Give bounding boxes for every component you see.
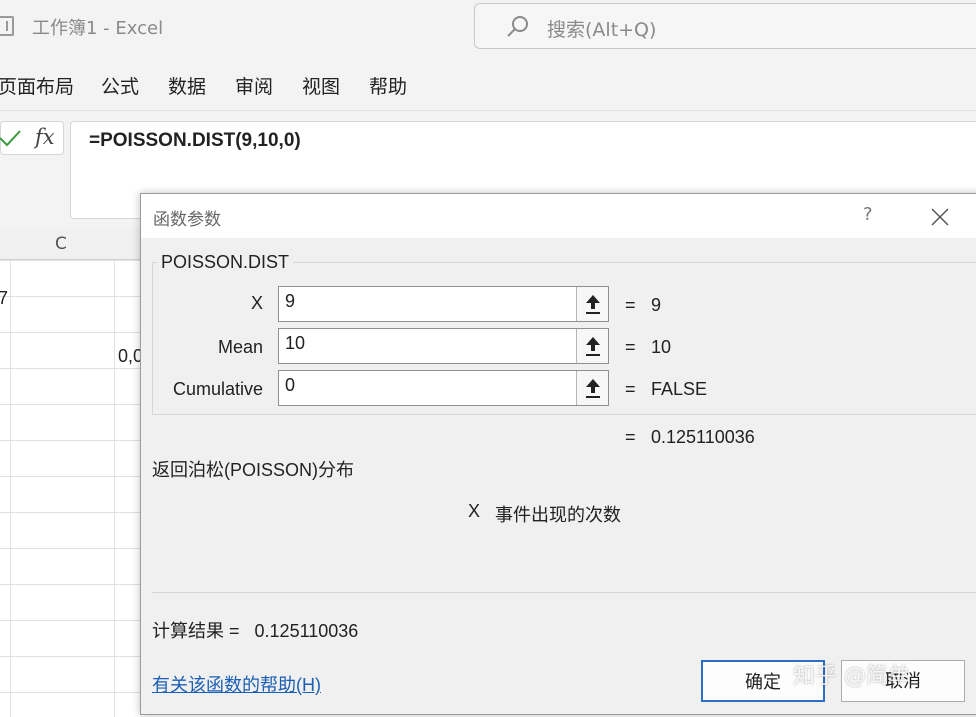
window-title: 工作簿1 - Excel — [32, 18, 164, 39]
insert-function-icon[interactable]: fx — [35, 125, 55, 149]
collapse-dialog-icon — [586, 337, 600, 356]
tab-review[interactable]: 审阅 — [235, 72, 273, 99]
arg-description-text: 事件出现的次数 — [495, 505, 621, 525]
enter-check-icon[interactable] — [0, 128, 21, 148]
function-description: 返回泊松(POISSON)分布 — [152, 460, 355, 480]
calc-result-value: 0.125110036 — [254, 621, 359, 641]
help-question-icon[interactable]: ? — [863, 204, 873, 225]
excel-app-icon — [0, 16, 14, 36]
divider — [152, 592, 976, 593]
search-placeholder: 搜索(Alt+Q) — [547, 19, 657, 41]
mean-input[interactable]: 10 — [278, 328, 609, 364]
arg-result: 9 — [651, 295, 662, 315]
dialog-title: 函数参数 — [153, 210, 221, 230]
formula-result: 0.125110036 — [651, 427, 755, 447]
tab-page-layout[interactable]: 页面布局 — [0, 72, 74, 99]
function-name: POISSON.DIST — [157, 252, 294, 273]
tab-help[interactable]: 帮助 — [369, 72, 407, 99]
mean-value: 10 — [285, 333, 306, 353]
x-input[interactable]: 9 — [278, 286, 609, 322]
cumulative-ref-button[interactable] — [576, 371, 608, 405]
cumulative-input[interactable]: 0 — [278, 370, 609, 406]
arg-result: 10 — [651, 337, 672, 357]
title-bar: 工作簿1 - Excel 搜索(Alt+Q) — [0, 0, 976, 54]
arg-label: Mean — [217, 337, 263, 357]
arg-label: X — [250, 293, 263, 313]
formula-text: =POISSON.DIST(9,10,0) — [89, 130, 301, 151]
cumulative-value: 0 — [285, 375, 296, 395]
tab-data[interactable]: 数据 — [168, 72, 206, 99]
arg-result: FALSE — [651, 379, 708, 399]
dialog-title-bar[interactable]: 函数参数 ? — [141, 194, 976, 238]
arg-label: Cumulative — [172, 379, 263, 399]
close-icon[interactable] — [929, 206, 951, 228]
watermark: 知乎 @简单 — [793, 664, 910, 689]
arg-equals: = — [625, 379, 636, 399]
search-icon — [507, 16, 528, 37]
function-arguments-dialog: 函数参数 ? POISSON.DIST X 9 = 9 Mean 10 = 10… — [140, 193, 976, 715]
mean-ref-button[interactable] — [576, 329, 608, 363]
arg-equals: = — [625, 337, 636, 357]
function-help-link[interactable]: 有关该函数的帮助(H) — [152, 671, 321, 697]
ribbon-tabs: 页面布局 公式 数据 审阅 视图 帮助 — [0, 60, 976, 100]
arg-description-name: X — [468, 501, 481, 521]
tab-view[interactable]: 视图 — [302, 72, 340, 99]
formula-equals: = — [625, 427, 636, 447]
calc-result-label: 计算结果 = — [152, 621, 240, 641]
column-header-c[interactable]: C — [55, 234, 67, 254]
x-value: 9 — [285, 291, 296, 311]
collapse-dialog-icon — [586, 379, 600, 398]
collapse-dialog-icon — [586, 295, 600, 314]
gridline — [10, 260, 11, 717]
x-ref-button[interactable] — [576, 287, 608, 321]
search-box[interactable]: 搜索(Alt+Q) — [474, 3, 976, 49]
gridline — [114, 260, 115, 717]
cell-value[interactable]: 7 — [0, 288, 8, 309]
formula-buttons: fx — [0, 121, 64, 155]
tab-formulas[interactable]: 公式 — [101, 72, 139, 99]
calculation-result: 计算结果 = 0.125110036 — [152, 617, 358, 643]
arg-equals: = — [625, 295, 636, 315]
